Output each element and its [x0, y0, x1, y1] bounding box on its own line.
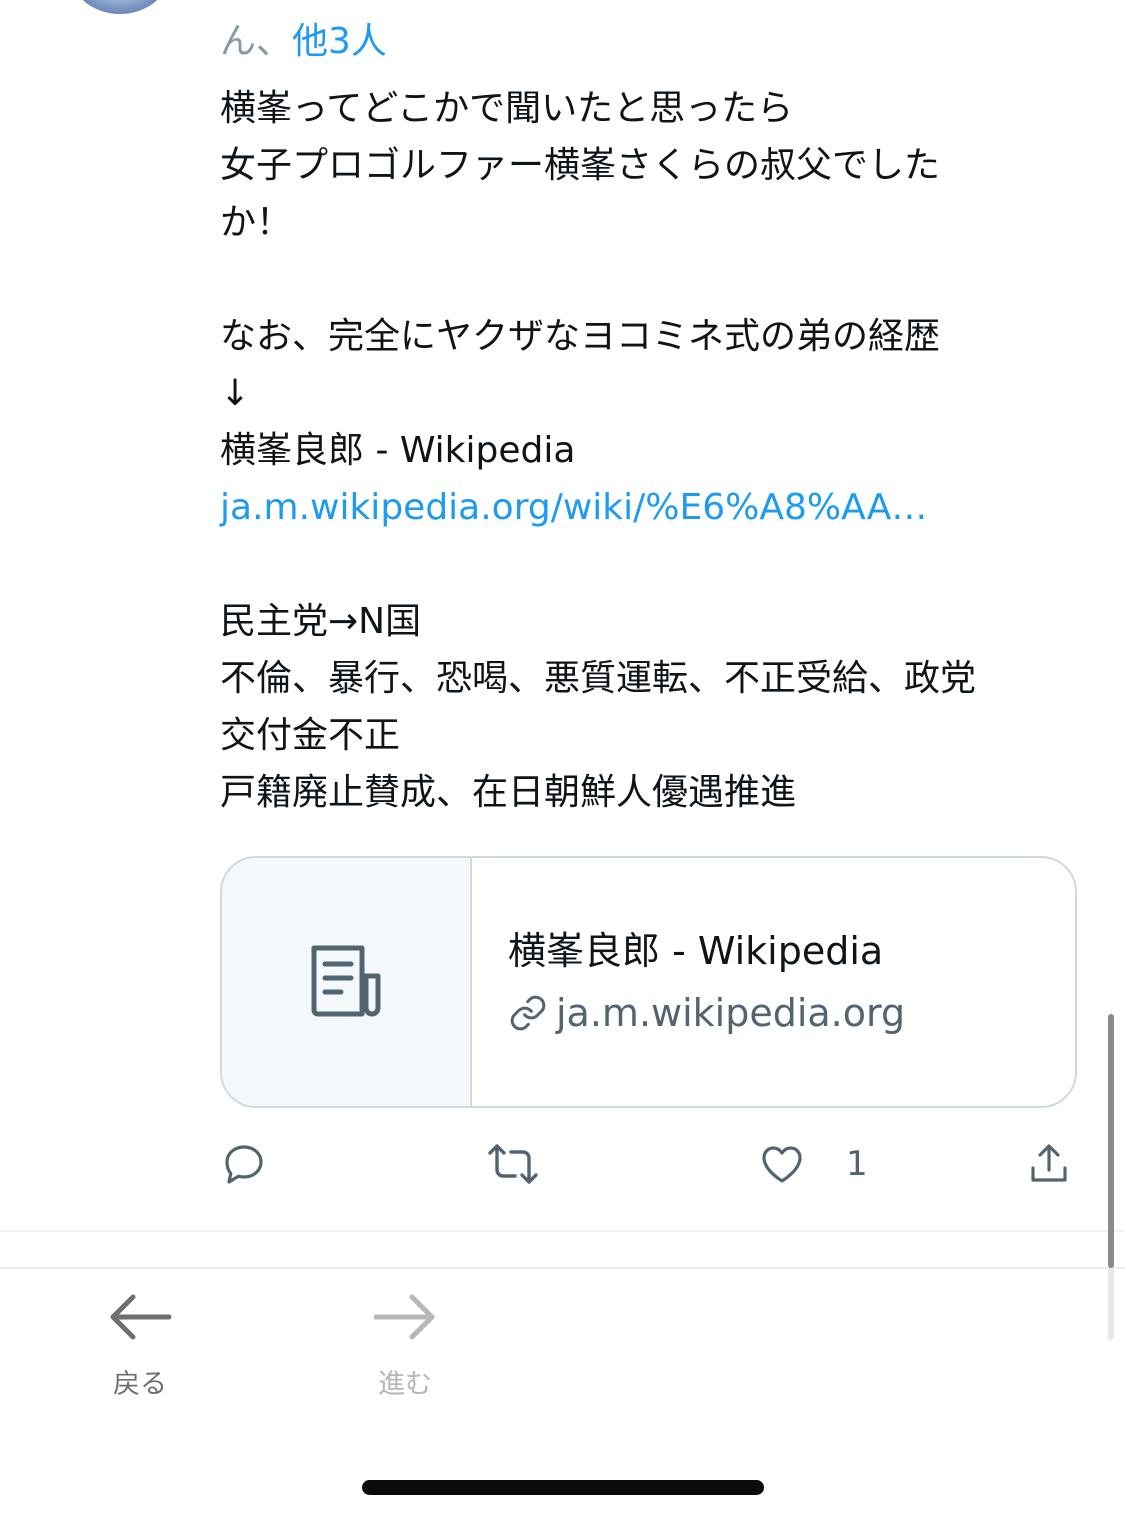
- tweet-line: 交付金不正: [220, 715, 401, 756]
- home-indicator[interactable]: [362, 1480, 764, 1495]
- tweet-link[interactable]: ja.m.wikipedia.org/wiki/%E6%A8%AA…: [220, 479, 1080, 536]
- back-button[interactable]: 戻る: [80, 1290, 200, 1401]
- share-button[interactable]: [1025, 1140, 1073, 1188]
- tweet-line: 戸籍廃止賛成、在日朝鮮人優遇推進: [220, 772, 797, 813]
- tweet-line: か！: [220, 202, 293, 243]
- heart-icon: [762, 1146, 802, 1183]
- tweet-line: なお、完全にヤクザなヨコミネ式の弟の経歴: [220, 316, 941, 357]
- link-icon: [510, 995, 546, 1031]
- card-title: 横峯良郎 - Wikipedia: [508, 929, 884, 973]
- toolbar-divider: [0, 1267, 1125, 1269]
- tweet-text: 横峯ってどこかで聞いたと思ったら 女子プロゴルファー横峯さくらの叔父でした か！…: [220, 80, 1080, 821]
- arrow-left-icon: [110, 1294, 172, 1340]
- card-domain-text: ja.m.wikipedia.org: [556, 991, 906, 1035]
- card-thumbnail: [222, 858, 472, 1106]
- tweet-line: 横峯ってどこかで聞いたと思ったら: [220, 88, 794, 129]
- reply-context-prefix: ん、: [220, 21, 293, 62]
- reply-button[interactable]: [220, 1140, 268, 1188]
- reply-icon: [225, 1145, 263, 1184]
- forward-button[interactable]: 進む: [345, 1290, 465, 1401]
- document-icon: [311, 945, 381, 1017]
- tweet-actions: 1: [220, 1140, 1080, 1200]
- like-button[interactable]: 1: [758, 1140, 868, 1188]
- retweet-button[interactable]: [485, 1140, 541, 1188]
- tweet-line: 民主党→N国: [220, 601, 422, 642]
- tweet-line: ↓: [220, 373, 251, 414]
- tweet-line: 不倫、暴行、恐喝、悪質運転、不正受給、政党: [220, 658, 977, 699]
- arrow-right-icon: [373, 1294, 435, 1340]
- back-label: 戻る: [113, 1369, 167, 1400]
- forward-label: 進む: [378, 1369, 432, 1400]
- retweet-icon: [488, 1144, 538, 1184]
- reply-context[interactable]: ん、他3人: [220, 20, 387, 64]
- avatar[interactable]: [70, 0, 170, 14]
- like-count: 1: [846, 1144, 868, 1184]
- card-domain: ja.m.wikipedia.org: [508, 990, 905, 1036]
- scrollbar-thumb[interactable]: [1108, 1014, 1114, 1268]
- link-preview-card[interactable]: 横峯良郎 - Wikipedia ja.m.wikipedia.org: [220, 856, 1077, 1108]
- tweet-line: 女子プロゴルファー横峯さくらの叔父でした: [220, 145, 941, 186]
- tweet-line: 横峯良郎 - Wikipedia: [220, 430, 576, 471]
- tweet-divider: [0, 1230, 1125, 1232]
- share-icon: [1031, 1144, 1067, 1182]
- reply-context-others-link[interactable]: 他3人: [292, 21, 387, 62]
